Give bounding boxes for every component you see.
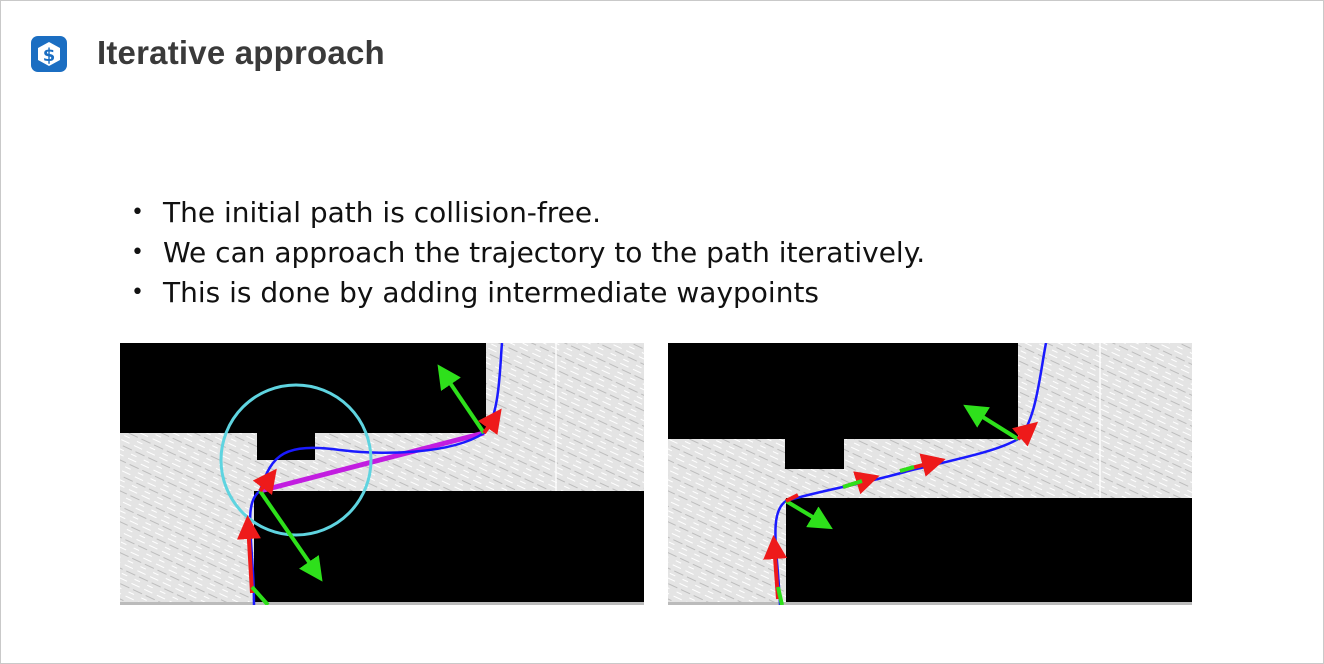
svg-text:$: $ (43, 45, 56, 66)
initial-path-figure (120, 343, 644, 605)
iterative-path-figure (668, 343, 1192, 605)
bullet-item: The initial path is collision-free. (131, 193, 925, 233)
bullet-list: The initial path is collision-free. We c… (131, 193, 925, 313)
page-title: Iterative approach (97, 34, 385, 71)
slide: $ Iterative approach The initial path is… (0, 0, 1324, 664)
bullet-item: We can approach the trajectory to the pa… (131, 233, 925, 273)
bullet-item: This is done by adding intermediate wayp… (131, 273, 925, 313)
dollar-badge-icon: $ (31, 36, 67, 72)
